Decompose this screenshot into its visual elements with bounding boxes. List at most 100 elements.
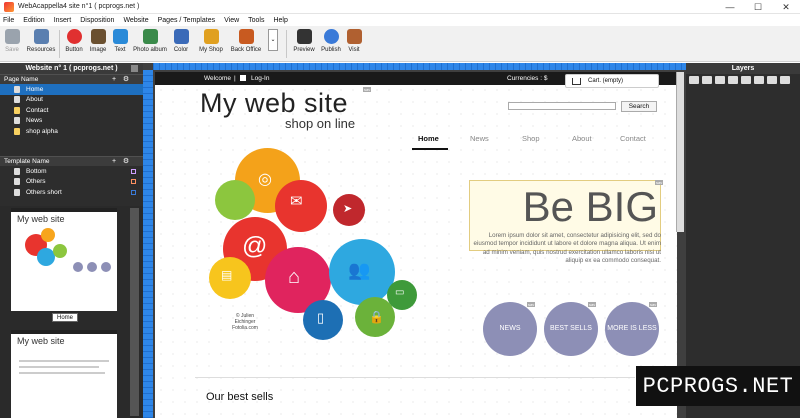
circle-news[interactable]: NEWS <box>483 302 537 356</box>
vertical-ruler[interactable] <box>143 70 153 418</box>
publish-icon <box>323 29 339 44</box>
menu-website[interactable]: Website <box>123 17 148 24</box>
page-icon <box>14 96 20 104</box>
website-panel-header: Website n° 1 ( pcprogs.net ) <box>0 63 143 74</box>
home-icon: ⌂ <box>288 266 301 288</box>
menu-help[interactable]: Help <box>273 17 287 24</box>
chat-icon: ▭ <box>395 287 405 298</box>
template-item-others-short[interactable]: Others short <box>0 187 143 198</box>
template-item-bottom[interactable]: Bottom <box>0 166 143 177</box>
page-item-about[interactable]: About <box>0 95 143 106</box>
page-item-shop-alpha[interactable]: shop alpha <box>0 126 143 137</box>
site-subtitle: shop on line <box>285 116 356 131</box>
insert-button-button[interactable]: Button <box>63 29 85 59</box>
thumbnails-scrollbar[interactable] <box>130 208 139 416</box>
layer-tool-icon[interactable] <box>741 76 751 84</box>
edit-tag[interactable]: sav <box>363 87 372 92</box>
pin-icon[interactable] <box>131 65 138 72</box>
nav-contact[interactable]: Contact <box>620 134 646 143</box>
photo-album-button[interactable]: Photo album <box>133 29 167 59</box>
edit-tag[interactable]: sav <box>649 302 658 307</box>
shop-icon <box>203 29 219 44</box>
layer-tool-icon[interactable] <box>754 76 764 84</box>
my-shop-button[interactable]: My Shop <box>198 29 224 59</box>
insert-text-button[interactable]: Text <box>111 29 129 59</box>
close-button[interactable]: ✕ <box>772 0 800 14</box>
hero-title: Be BIG <box>522 183 658 230</box>
text-icon <box>112 29 128 44</box>
layer-tool-icon[interactable] <box>689 76 699 84</box>
window-controls: — ☐ ✕ <box>716 0 800 14</box>
menu-insert[interactable]: Insert <box>54 17 72 24</box>
resources-icon <box>33 29 49 44</box>
layer-tool-icon[interactable] <box>780 76 790 84</box>
toolbar-dropdown-button[interactable]: ⌄ <box>267 29 279 59</box>
layer-tool-icon[interactable] <box>767 76 777 84</box>
website-panel-title: Website n° 1 ( pcprogs.net ) <box>25 65 118 72</box>
layer-tool-icon[interactable] <box>715 76 725 84</box>
add-template-button[interactable]: + <box>110 158 118 166</box>
toolbar-separator <box>59 30 60 58</box>
maximize-button[interactable]: ☐ <box>744 0 772 14</box>
site-logo[interactable]: My web site <box>200 88 348 119</box>
nav-about[interactable]: About <box>572 134 592 143</box>
layer-tool-icon[interactable] <box>728 76 738 84</box>
page-settings-icon[interactable]: ⚙ <box>122 76 130 84</box>
nav-shop[interactable]: Shop <box>522 134 540 143</box>
page-item-contact[interactable]: Contact <box>0 105 143 116</box>
edit-tag[interactable]: sav <box>527 302 536 307</box>
insert-image-button[interactable]: Image <box>88 29 108 59</box>
page-item-news[interactable]: News <box>0 116 143 127</box>
preview-button[interactable]: Preview <box>292 29 316 59</box>
watermark: PCPROGS.NET <box>636 366 800 406</box>
save-button[interactable]: Save <box>3 29 21 59</box>
currencies-select[interactable]: Currencies : $ <box>507 75 547 82</box>
canvas-scrollbar-vertical[interactable] <box>676 72 684 232</box>
back-office-icon <box>238 29 254 44</box>
edit-tag[interactable]: sav <box>588 302 597 307</box>
layer-tool-icon[interactable] <box>702 76 712 84</box>
circle-more-is-less[interactable]: MORE IS LESS <box>605 302 659 356</box>
page-item-home[interactable]: Home <box>0 84 143 95</box>
template-item-others[interactable]: Others <box>0 177 143 188</box>
color-icon <box>173 29 189 44</box>
website-page: Welcome | Log-In Currencies : $ Cart. (e… <box>155 72 677 418</box>
search-button[interactable]: Search <box>621 101 657 112</box>
menu-bar: File Edition Insert Disposition Website … <box>0 14 800 26</box>
back-office-button[interactable]: Back Office <box>229 29 263 59</box>
add-page-button[interactable]: + <box>110 76 118 84</box>
resources-button[interactable]: Resources <box>26 29 56 59</box>
menu-file[interactable]: File <box>3 17 14 24</box>
user-icon <box>240 75 246 81</box>
menu-pages-templates[interactable]: Pages / Templates <box>158 17 215 24</box>
page-list: Home About Contact News shop alpha <box>0 84 143 136</box>
button-icon <box>66 29 82 44</box>
color-button[interactable]: Color <box>172 29 190 59</box>
template-color-swatch <box>131 179 136 185</box>
publish-button[interactable]: Publish <box>320 29 342 59</box>
circle-best-sells[interactable]: BEST SELLS <box>544 302 598 356</box>
phone-icon: ▯ <box>317 310 325 325</box>
menu-view[interactable]: View <box>224 17 239 24</box>
nav-news[interactable]: News <box>470 134 489 143</box>
menu-edition[interactable]: Edition <box>23 17 44 24</box>
thumbnail-home[interactable]: My web site <box>11 208 117 311</box>
visit-button[interactable]: Visit <box>345 29 363 59</box>
cart-box[interactable]: Cart. (empty) <box>565 74 659 88</box>
photo-album-icon <box>142 29 158 44</box>
horizontal-ruler[interactable] <box>153 63 686 70</box>
minimize-button[interactable]: — <box>716 0 744 14</box>
mail-icon: ✉ <box>290 193 303 210</box>
thumbnail-about[interactable]: My web site <box>11 330 117 418</box>
chevron-down-icon: ⌄ <box>268 29 278 51</box>
nav-home[interactable]: Home <box>418 134 439 143</box>
menu-tools[interactable]: Tools <box>248 17 264 24</box>
image-credit: © Julien Eichinger Fotolia.com <box>232 313 258 331</box>
search-input[interactable] <box>508 102 616 110</box>
editor-canvas: Welcome | Log-In Currencies : $ Cart. (e… <box>143 63 686 418</box>
template-settings-icon[interactable]: ⚙ <box>122 158 130 166</box>
template-icon <box>14 167 20 175</box>
menu-disposition[interactable]: Disposition <box>80 17 114 24</box>
login-link[interactable]: Log-In <box>251 75 269 82</box>
edit-tag[interactable]: sav <box>655 180 664 185</box>
